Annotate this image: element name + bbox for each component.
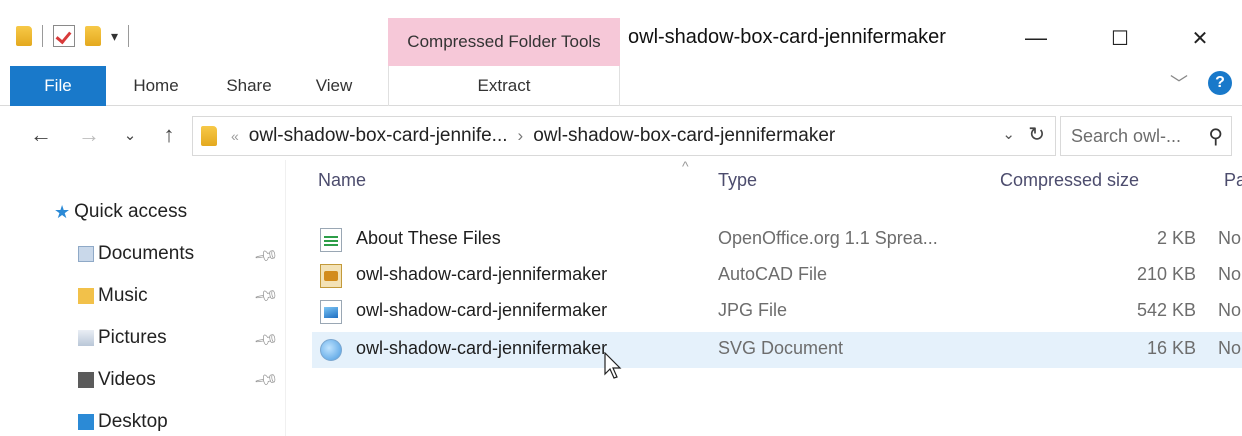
- folder-icon: [16, 26, 32, 46]
- nav-music[interactable]: Music: [78, 278, 148, 314]
- folder-icon: [201, 126, 217, 146]
- file-name: About These Files: [356, 228, 501, 248]
- search-box[interactable]: Search owl-... ⚲: [1060, 116, 1232, 156]
- file-size: 542 KB: [1136, 300, 1196, 320]
- nav-label: Desktop: [98, 411, 168, 432]
- table-row-selected[interactable]: owl-shadow-card-jennifermaker SVG Docume…: [312, 332, 1242, 368]
- window-title: owl-shadow-box-card-jennifermaker: [628, 26, 946, 48]
- file-name: owl-shadow-card-jennifermaker: [356, 338, 608, 358]
- breadcrumb-current[interactable]: owl-shadow-box-card-jennifermaker: [533, 125, 835, 147]
- address-bar[interactable]: « owl-shadow-box-card-jennife... › owl-s…: [192, 116, 1056, 156]
- tab-view[interactable]: View: [302, 66, 366, 106]
- navigation-pane: ★ Quick access Documents 📌︎ Music 📌︎ Pic…: [0, 160, 286, 436]
- minimize-button[interactable]: —: [1006, 18, 1066, 58]
- table-row[interactable]: owl-shadow-card-jennifermaker JPG File 5…: [312, 294, 1242, 330]
- file-pa: No: [1218, 228, 1242, 248]
- nav-label: Videos: [98, 369, 156, 390]
- nav-documents[interactable]: Documents: [78, 236, 194, 272]
- tab-file[interactable]: File: [10, 66, 106, 106]
- documents-folder-icon: [78, 246, 94, 262]
- pin-icon[interactable]: 📌︎: [252, 366, 280, 394]
- breadcrumb-parent[interactable]: owl-shadow-box-card-jennife...: [249, 125, 508, 147]
- column-header-compressed-size[interactable]: Compressed size: [1000, 170, 1139, 191]
- file-type: JPG File: [718, 300, 788, 320]
- quick-access-toolbar: ▾: [16, 22, 130, 50]
- desktop-folder-icon: [78, 414, 94, 430]
- pin-icon[interactable]: 📌︎: [252, 282, 280, 310]
- ribbon-controls: ﹀ ?: [1170, 70, 1232, 96]
- nav-label: Quick access: [74, 201, 188, 222]
- column-header-name[interactable]: Name: [318, 170, 366, 191]
- forward-arrow-icon[interactable]: →: [74, 120, 104, 150]
- file-pa: No: [1218, 264, 1242, 284]
- nav-desktop[interactable]: Desktop: [78, 404, 168, 436]
- qat-divider: [128, 25, 130, 47]
- file-pa: No: [1218, 338, 1242, 358]
- maximize-button[interactable]: ☐: [1090, 18, 1150, 58]
- pin-icon[interactable]: 📌︎: [252, 326, 280, 354]
- contextual-tab-group-label: Compressed Folder Tools: [388, 18, 620, 66]
- file-type: OpenOffice.org 1.1 Sprea...: [718, 228, 938, 248]
- search-placeholder: Search owl-...: [1071, 125, 1182, 146]
- tab-extract[interactable]: Extract: [388, 66, 620, 106]
- recent-locations-dropdown[interactable]: ⌄: [118, 120, 142, 150]
- file-pa: No: [1218, 300, 1242, 320]
- nav-pictures[interactable]: Pictures: [78, 320, 167, 356]
- tab-home[interactable]: Home: [118, 66, 194, 106]
- column-header-pa[interactable]: Pa: [1224, 170, 1242, 191]
- table-row[interactable]: owl-shadow-card-jennifermaker AutoCAD Fi…: [312, 258, 1242, 294]
- up-arrow-icon[interactable]: ↑: [154, 120, 184, 150]
- file-size: 16 KB: [1146, 338, 1196, 358]
- file-size: 210 KB: [1136, 264, 1196, 284]
- file-type: SVG Document: [718, 338, 844, 358]
- nav-label: Pictures: [98, 327, 167, 348]
- pin-icon[interactable]: 📌︎: [252, 242, 280, 270]
- tab-share[interactable]: Share: [214, 66, 284, 106]
- nav-quick-access[interactable]: ★ Quick access: [54, 194, 187, 230]
- nav-label: Music: [98, 285, 148, 306]
- navigation-bar: ← → ⌄ ↑ « owl-shadow-box-card-jennife...…: [0, 112, 1242, 158]
- file-name: owl-shadow-card-jennifermaker: [356, 300, 608, 320]
- star-icon: ★: [54, 201, 71, 222]
- ribbon-tabs: File Home Share View Extract: [0, 66, 1242, 106]
- sort-ascending-icon: ^: [682, 158, 689, 174]
- refresh-icon[interactable]: ↻: [1028, 122, 1045, 147]
- back-arrow-icon[interactable]: ←: [26, 120, 56, 150]
- file-size: 2 KB: [1156, 228, 1196, 248]
- svg-file-icon: [320, 339, 342, 361]
- help-icon[interactable]: ?: [1208, 71, 1232, 95]
- breadcrumb-separator[interactable]: ›: [518, 126, 524, 146]
- nav-label: Documents: [98, 243, 195, 264]
- address-dropdown-icon[interactable]: ⌄: [1002, 125, 1015, 143]
- jpg-file-icon: [320, 300, 342, 324]
- chevron-down-icon[interactable]: ﹀: [1170, 70, 1188, 96]
- customize-toolbar-dropdown[interactable]: ▾: [111, 28, 118, 45]
- videos-folder-icon: [78, 372, 94, 388]
- mouse-cursor-icon: [604, 352, 622, 379]
- column-header-type[interactable]: Type: [718, 170, 757, 191]
- properties-icon[interactable]: [53, 25, 75, 47]
- table-row[interactable]: About These Files OpenOffice.org 1.1 Spr…: [312, 222, 1242, 258]
- autocad-file-icon: [320, 264, 342, 288]
- pictures-folder-icon: [78, 330, 94, 346]
- overflow-crumb[interactable]: «: [231, 128, 239, 144]
- file-type: AutoCAD File: [718, 264, 828, 284]
- search-icon[interactable]: ⚲: [1208, 124, 1223, 149]
- nav-videos[interactable]: Videos: [78, 362, 156, 398]
- file-list: ^ Name Type Compressed size Pa About The…: [300, 158, 1242, 436]
- new-folder-icon[interactable]: [85, 26, 101, 46]
- close-button[interactable]: ✕: [1170, 18, 1230, 58]
- spreadsheet-file-icon: [320, 228, 342, 252]
- title-bar: ▾ Compressed Folder Tools owl-shadow-box…: [0, 0, 1242, 66]
- file-name: owl-shadow-card-jennifermaker: [356, 264, 608, 284]
- music-folder-icon: [78, 288, 94, 304]
- qat-divider: [42, 25, 43, 47]
